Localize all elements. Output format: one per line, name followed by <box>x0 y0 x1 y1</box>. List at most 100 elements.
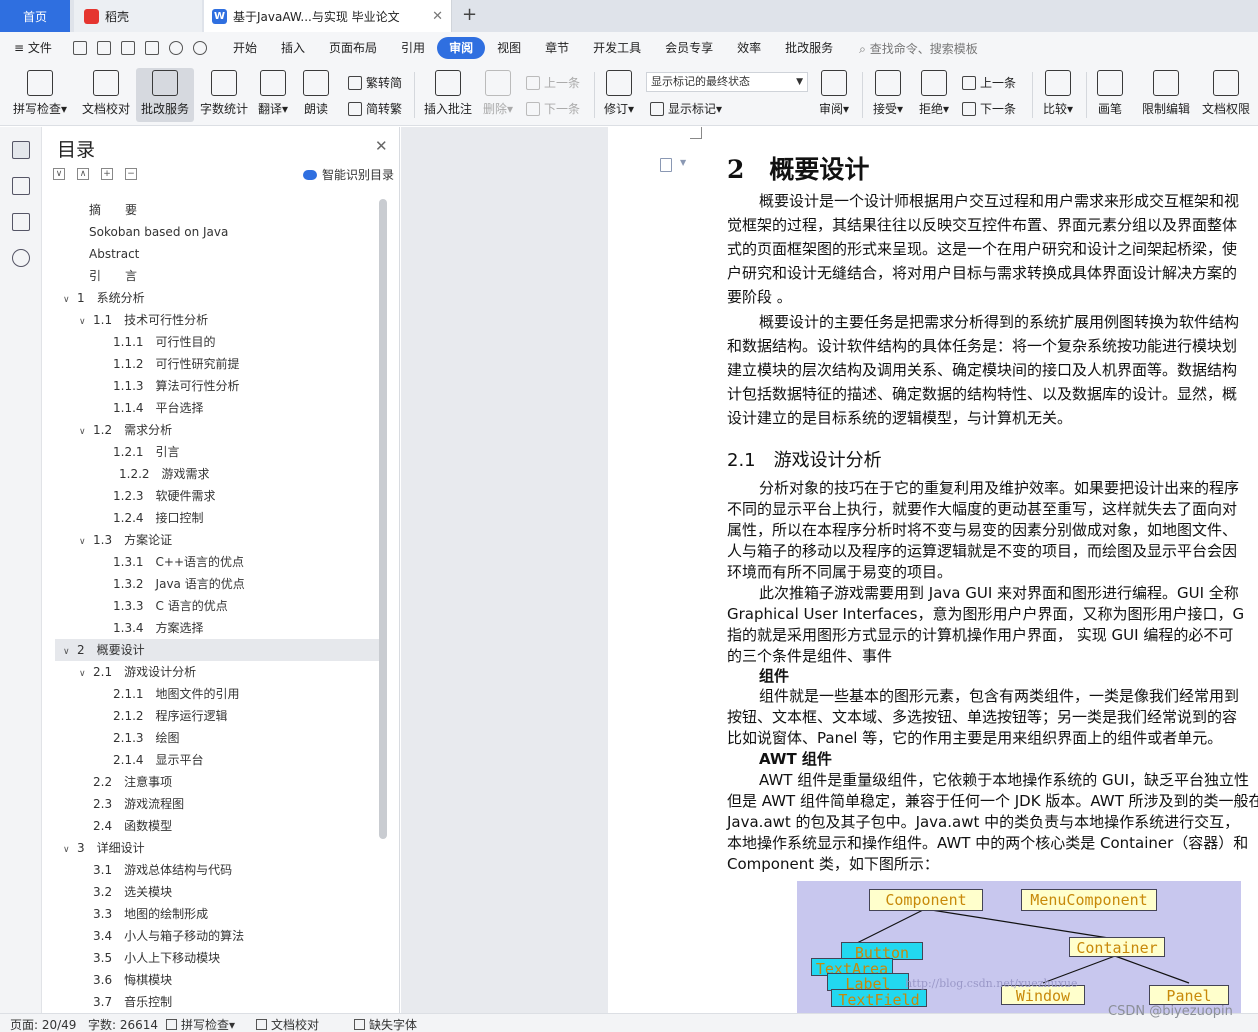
bookmark-icon[interactable] <box>12 213 30 231</box>
chevron-down-icon[interactable]: ∨ <box>63 641 77 663</box>
delete-comment-button[interactable]: 删除▾ <box>478 68 518 122</box>
toc-item[interactable]: Sokoban based on Java <box>55 221 379 243</box>
menu-item-0[interactable]: 开始 <box>221 37 269 59</box>
tab-document[interactable]: W 基于JavaAW...与实现 毕业论文 ✕ <box>204 0 452 32</box>
menu-item-2[interactable]: 页面布局 <box>317 37 389 59</box>
status-missing-font[interactable]: 缺失字体 <box>354 1016 417 1032</box>
toc-item[interactable]: ∨ 2 概要设计 <box>55 639 379 661</box>
toc-item[interactable]: 2.4 函数模型 <box>55 815 379 837</box>
toc-panel-icon[interactable] <box>12 141 30 159</box>
menu-item-6[interactable]: 章节 <box>533 37 581 59</box>
reject-button[interactable]: 拒绝▾ <box>914 68 954 122</box>
show-markup-button[interactable]: 显示标记 ▾ <box>650 100 722 117</box>
menu-item-3[interactable]: 引用 <box>389 37 437 59</box>
page-indicator[interactable]: 页面: 20/49 <box>10 1016 76 1032</box>
doc-proof-button[interactable]: 文档校对 <box>78 68 134 122</box>
tab-home[interactable]: 首页 <box>0 0 70 32</box>
toc-item[interactable]: 1.2.4 接口控制 <box>55 507 379 529</box>
toc-item[interactable]: 2.1.3 绘图 <box>55 727 379 749</box>
spell-check-button[interactable]: 拼写检查▾ <box>8 68 72 122</box>
toc-item[interactable]: 1.1.4 平台选择 <box>55 397 379 419</box>
toc-item[interactable]: 1.3.2 Java 语言的优点 <box>55 573 379 595</box>
toc-item[interactable]: Abstract <box>55 243 379 265</box>
chevron-down-icon[interactable]: ∨ <box>79 421 93 443</box>
toc-item[interactable]: ∨ 1 系统分析 <box>55 287 379 309</box>
new-tab-icon[interactable]: + <box>462 4 477 25</box>
restrict-edit-button[interactable]: 限制编辑 <box>1138 68 1194 122</box>
toc-item[interactable]: 1.1.3 算法可行性分析 <box>55 375 379 397</box>
toc-item[interactable]: 3.5 小人上下移动模块 <box>55 947 379 969</box>
toc-item[interactable]: 2.1.4 显示平台 <box>55 749 379 771</box>
close-icon[interactable]: ✕ <box>375 137 388 155</box>
toc-item[interactable]: ∨ 1.2 需求分析 <box>55 419 379 441</box>
toc-item[interactable]: ∨ 2.1 游戏设计分析 <box>55 661 379 683</box>
toc-item[interactable]: 2.3 游戏流程图 <box>55 793 379 815</box>
menu-item-8[interactable]: 会员专享 <box>653 37 725 59</box>
expand-up-icon[interactable]: ∧ <box>77 168 89 180</box>
print-preview-icon[interactable] <box>145 41 159 55</box>
toc-scrollbar[interactable] <box>379 199 387 839</box>
chevron-down-icon[interactable]: ∨ <box>63 289 77 311</box>
prev-comment-button[interactable]: 上一条 <box>526 74 580 91</box>
collapse-all-icon[interactable]: ∨ <box>53 168 65 180</box>
toc-item[interactable]: 1.1.2 可行性研究前提 <box>55 353 379 375</box>
toc-item[interactable]: 2.1.1 地图文件的引用 <box>55 683 379 705</box>
toc-item[interactable]: 3.4 小人与箱子移动的算法 <box>55 925 379 947</box>
chevron-down-icon[interactable]: ∨ <box>79 531 93 553</box>
toc-item[interactable]: 1.3.1 C++语言的优点 <box>55 551 379 573</box>
next-change-button[interactable]: 下一条 <box>962 100 1016 117</box>
toc-item[interactable]: 2.1.2 程序运行逻辑 <box>55 705 379 727</box>
toc-item[interactable]: 1.3.4 方案选择 <box>55 617 379 639</box>
toc-item[interactable]: 3.6 悔棋模块 <box>55 969 379 991</box>
tab-close-icon[interactable]: ✕ <box>432 9 443 24</box>
grading-service-button[interactable]: 批改服务 <box>136 68 194 122</box>
toc-item[interactable]: 2.2 注意事项 <box>55 771 379 793</box>
print-icon[interactable] <box>121 41 135 55</box>
toc-item[interactable]: 1.3.3 C 语言的优点 <box>55 595 379 617</box>
translate-button[interactable]: 翻译▾ <box>254 68 292 122</box>
status-doc-proof[interactable]: 文档校对 <box>256 1016 319 1032</box>
toc-item[interactable]: 3.2 选关模块 <box>55 881 379 903</box>
accept-button[interactable]: 接受▾ <box>868 68 908 122</box>
markup-state-select[interactable]: 显示标记的最终状态 ▼ <box>646 72 808 92</box>
add-heading-icon[interactable]: + <box>101 168 113 180</box>
remove-heading-icon[interactable]: − <box>125 168 137 180</box>
toc-item[interactable]: 1.1.1 可行性目的 <box>55 331 379 353</box>
toc-item[interactable]: 摘 要 <box>55 199 379 221</box>
toc-item[interactable]: 3.3 地图的绘制形成 <box>55 903 379 925</box>
search-icon[interactable] <box>12 249 30 267</box>
trad-to-simp-button[interactable]: 繁转简 <box>348 74 402 91</box>
export-pdf-icon[interactable] <box>97 41 111 55</box>
menu-item-5[interactable]: 视图 <box>485 37 533 59</box>
tab-daoke[interactable]: 稻壳 <box>74 0 202 32</box>
menu-item-4[interactable]: 审阅 <box>437 37 486 59</box>
undo-icon[interactable] <box>169 41 183 55</box>
chevron-down-icon[interactable]: ∨ <box>79 311 93 333</box>
page-options-icon[interactable] <box>660 158 672 172</box>
smart-toc-button[interactable]: 智能识别目录 <box>303 166 394 183</box>
chevron-down-icon[interactable]: ∨ <box>79 663 93 685</box>
read-aloud-button[interactable]: 朗读 <box>296 68 336 122</box>
word-count-indicator[interactable]: 字数: 26614 <box>88 1016 158 1032</box>
pen-button[interactable]: 画笔 <box>1092 68 1128 122</box>
menu-item-1[interactable]: 插入 <box>269 37 317 59</box>
command-search[interactable]: ⌕ 查找命令、搜索模板 <box>859 40 978 57</box>
toc-item[interactable]: ∨ 1.1 技术可行性分析 <box>55 309 379 331</box>
doc-permission-button[interactable]: 文档权限 <box>1198 68 1254 122</box>
track-changes-button[interactable]: 修订▾ <box>600 68 638 122</box>
toc-item[interactable]: 3.1 游戏总体结构与代码 <box>55 859 379 881</box>
toc-item[interactable]: ∨ 3 详细设计 <box>55 837 379 859</box>
toc-item[interactable]: 3.7 音乐控制 <box>55 991 379 1013</box>
file-menu[interactable]: ≡ 文件 <box>0 37 68 59</box>
menu-item-10[interactable]: 批改服务 <box>773 37 845 59</box>
toc-item[interactable]: ∨ 1.3 方案论证 <box>55 529 379 551</box>
status-spell-check[interactable]: 拼写检查 ▾ <box>166 1016 235 1032</box>
next-comment-button[interactable]: 下一条 <box>526 100 580 117</box>
menu-item-9[interactable]: 效率 <box>725 37 773 59</box>
review-pane-button[interactable]: 审阅▾ <box>814 68 854 122</box>
redo-icon[interactable] <box>193 41 207 55</box>
chevron-down-icon[interactable]: ∨ <box>63 839 77 861</box>
menu-item-7[interactable]: 开发工具 <box>581 37 653 59</box>
simp-to-trad-button[interactable]: 简转繁 <box>348 100 402 117</box>
toc-item[interactable]: 1.2.1 引言 <box>55 441 379 463</box>
